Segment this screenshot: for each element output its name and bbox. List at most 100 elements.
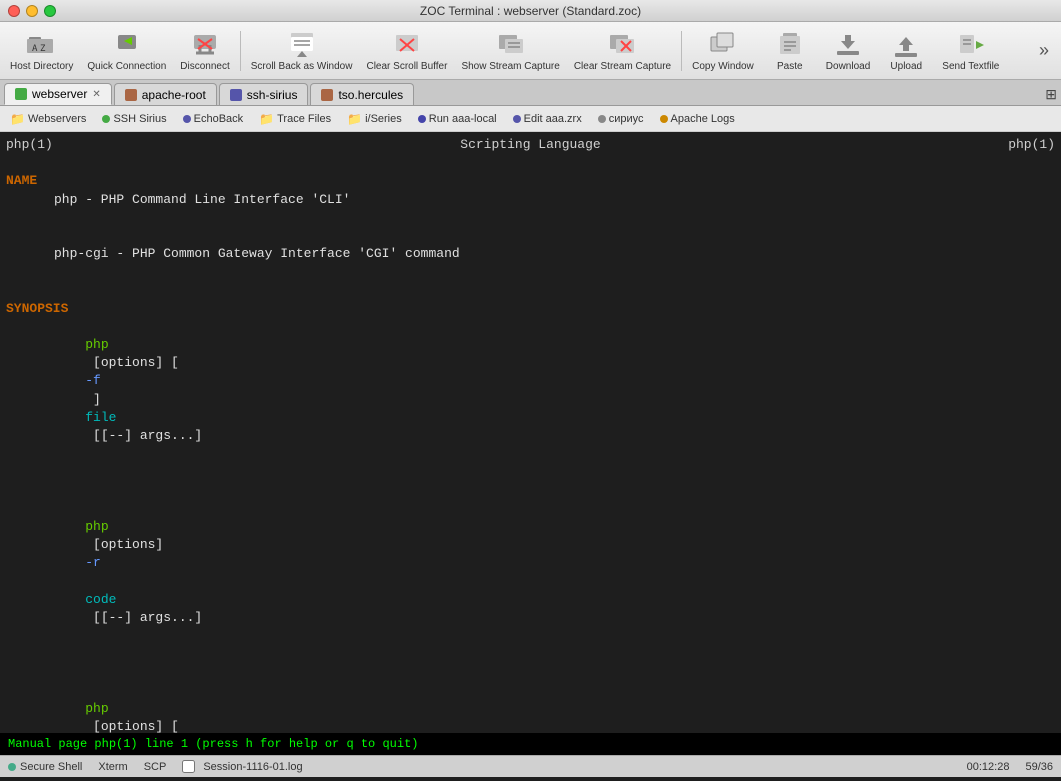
status-bar-text: Manual page php(1) line 1 (press h for h… (8, 737, 1053, 751)
host-directory-label: Host Directory (10, 61, 73, 72)
bottom-page-info: 59/36 (1025, 761, 1053, 773)
clear-stream-label: Clear Stream Capture (574, 61, 671, 72)
php-cli-desc: php - PHP Command Line Interface 'CLI' (6, 191, 1055, 209)
tabs-bar: webserver ✕ apache-root ssh-sirius tso.h… (0, 80, 1061, 106)
bookmark-apache-logs[interactable]: Apache Logs (656, 111, 739, 127)
paste-icon (774, 29, 806, 61)
bottom-scp-label: SCP (144, 761, 167, 773)
clear-stream-button[interactable]: Clear Stream Capture (568, 25, 677, 76)
copy-window-button[interactable]: Copy Window (686, 25, 760, 76)
folder-icon-trace-files: 📁 (259, 112, 274, 126)
show-stream-button[interactable]: Show Stream Capture (455, 25, 565, 76)
terminal-header: php(1) Scripting Language php(1) (6, 136, 1055, 154)
clear-scroll-button[interactable]: Clear Scroll Buffer (360, 25, 453, 76)
show-stream-label: Show Stream Capture (461, 61, 559, 72)
quick-connection-button[interactable]: Quick Connection (81, 25, 172, 76)
tab-tso-hercules[interactable]: tso.hercules (310, 83, 414, 105)
tab-label-tso-hercules: tso.hercules (338, 88, 403, 102)
send-textfile-icon (955, 29, 987, 61)
toolbar-sep-2 (681, 31, 682, 71)
folder-icon-iseries: 📁 (347, 112, 362, 126)
man-header-right: php(1) (1008, 136, 1055, 154)
send-textfile-label: Send Textfile (942, 61, 999, 72)
tab-label-webserver: webserver (32, 87, 87, 101)
dot-icon-run-aaa-local (418, 115, 426, 123)
bookmark-webservers-label: Webservers (28, 113, 86, 125)
upload-button[interactable]: Upload (878, 25, 934, 76)
tab-icon-webserver (15, 88, 27, 100)
section-synopsis: SYNOPSIS (6, 301, 68, 316)
paste-label: Paste (777, 61, 803, 72)
quick-connection-icon (111, 29, 143, 61)
bookmark-webservers[interactable]: 📁 Webservers (6, 110, 90, 128)
close-button[interactable] (8, 5, 20, 17)
bookmark-iseries[interactable]: 📁 i/Series (343, 110, 406, 128)
man-header-center: Scripting Language (460, 136, 600, 154)
disconnect-button[interactable]: Disconnect (174, 25, 235, 76)
synopsis-1: php [options] [ -f ] file [[--] args...] (6, 318, 1055, 464)
man-header-left: php(1) (6, 136, 53, 154)
bookmarks-bar: 📁 Webservers SSH Sirius EchoBack 📁 Trace… (0, 106, 1061, 132)
scroll-back-button[interactable]: Scroll Back as Window (245, 25, 359, 76)
php-cgi-desc: php-cgi - PHP Common Gateway Interface '… (6, 245, 1055, 263)
maximize-button[interactable] (44, 5, 56, 17)
dot-icon-apache-logs (660, 115, 668, 123)
bookmark-edit-aaa-label: Edit aaa.zrx (524, 113, 582, 125)
toolbar-sep-1 (240, 31, 241, 71)
synopsis-2: php [options] -r code [[--] args...] (6, 500, 1055, 646)
tab-ssh-sirius[interactable]: ssh-sirius (219, 83, 309, 105)
send-textfile-button[interactable]: Send Textfile (936, 25, 1005, 76)
bottom-xterm[interactable]: Xterm (98, 761, 127, 773)
quick-connection-label: Quick Connection (87, 61, 166, 72)
host-directory-button[interactable]: A Z Host Directory (4, 25, 79, 76)
host-directory-icon: A Z (26, 29, 58, 61)
tab-apache-root[interactable]: apache-root (114, 83, 217, 105)
tab-label-apache-root: apache-root (142, 88, 206, 102)
upload-icon (890, 29, 922, 61)
bottom-session-log: Session-1116-01.log (182, 760, 302, 773)
terminal-area[interactable]: php(1) Scripting Language php(1) NAME ph… (0, 132, 1061, 733)
tab-close-webserver[interactable]: ✕ (92, 89, 100, 100)
scroll-back-label: Scroll Back as Window (251, 61, 353, 72)
tabs-grid-button[interactable]: ⊞ (1045, 86, 1057, 105)
show-stream-icon (495, 29, 527, 61)
disconnect-icon (189, 29, 221, 61)
bottom-scp[interactable]: SCP (144, 761, 167, 773)
bookmark-run-aaa-local[interactable]: Run aaa-local (414, 111, 501, 127)
bookmark-edit-aaa[interactable]: Edit aaa.zrx (509, 111, 586, 127)
section-name: NAME (6, 173, 37, 188)
copy-window-icon (707, 29, 739, 61)
bookmark-echoback-label: EchoBack (194, 113, 244, 125)
bottom-secure-shell-label: Secure Shell (20, 761, 82, 773)
clear-scroll-icon (391, 29, 423, 61)
dot-icon-ssh-sirius (102, 115, 110, 123)
window-title: ZOC Terminal : webserver (Standard.zoc) (420, 4, 641, 18)
minimize-button[interactable] (26, 5, 38, 17)
window-controls[interactable] (8, 5, 56, 17)
bookmark-trace-files[interactable]: 📁 Trace Files (255, 110, 335, 128)
download-button[interactable]: Download (820, 25, 876, 76)
bottom-bar: Secure Shell Xterm SCP Session-1116-01.l… (0, 755, 1061, 777)
bookmark-sirius-label: сириус (609, 113, 644, 125)
bottom-time: 00:12:28 (967, 761, 1010, 773)
tab-label-ssh-sirius: ssh-sirius (247, 88, 298, 102)
upload-label: Upload (890, 61, 922, 72)
dot-icon-edit-aaa (513, 115, 521, 123)
paste-button[interactable]: Paste (762, 25, 818, 76)
download-label: Download (826, 61, 870, 72)
bottom-secure-shell[interactable]: Secure Shell (8, 761, 82, 773)
session-log-checkbox[interactable] (182, 760, 195, 773)
tab-webserver[interactable]: webserver ✕ (4, 83, 112, 105)
disconnect-label: Disconnect (180, 61, 229, 72)
tab-icon-tso-hercules (321, 89, 333, 101)
bookmark-ssh-sirius[interactable]: SSH Sirius (98, 111, 170, 127)
copy-window-label: Copy Window (692, 61, 754, 72)
bookmark-sirius[interactable]: сириус (594, 111, 648, 127)
bottom-session-label: Session-1116-01.log (203, 761, 302, 773)
bottom-xterm-label: Xterm (98, 761, 127, 773)
dot-icon-echoback (183, 115, 191, 123)
bookmark-echoback[interactable]: EchoBack (179, 111, 248, 127)
more-button[interactable]: » (1031, 36, 1057, 65)
clear-stream-icon (606, 29, 638, 61)
clear-scroll-label: Clear Scroll Buffer (366, 61, 447, 72)
